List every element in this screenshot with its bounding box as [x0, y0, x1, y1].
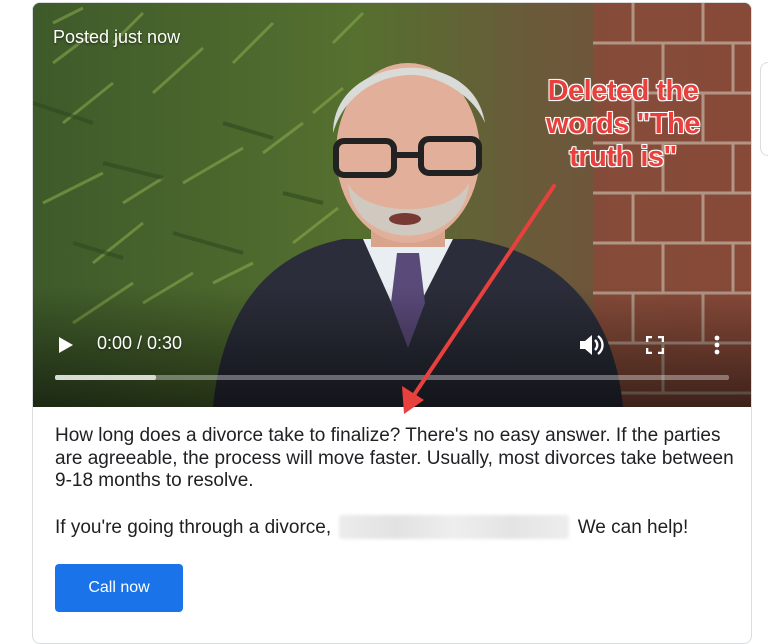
more-options-button[interactable] [707, 331, 727, 359]
fullscreen-button[interactable] [643, 333, 667, 357]
post-description: How long does a divorce take to finalize… [55, 425, 734, 491]
time-display: 0:00 / 0:30 [97, 333, 183, 353]
cta-text-before: If you're going through a divorce, [55, 517, 332, 538]
call-now-button[interactable]: Call now [55, 564, 183, 612]
seek-bar[interactable] [55, 375, 729, 380]
fullscreen-icon [646, 336, 664, 354]
play-icon [59, 337, 73, 353]
volume-button[interactable] [577, 331, 607, 359]
posted-timestamp: Posted just now [53, 27, 181, 47]
edit-annotation: Deleted the words "The truth is" [523, 74, 723, 174]
video-player[interactable]: Posted just now Deleted the words "The t… [33, 3, 751, 407]
adjacent-card-edge [760, 62, 768, 156]
annotation-line: Deleted the [547, 74, 700, 107]
play-button[interactable] [55, 333, 77, 357]
more-vert-icon [714, 335, 720, 355]
volume-icon [580, 335, 604, 355]
post-card: Posted just now Deleted the words "The t… [32, 2, 752, 644]
redacted-text [339, 515, 570, 539]
cta-text-after: We can help! [577, 517, 689, 538]
annotation-line: words "The [545, 107, 701, 140]
cta-line: If you're going through a divorce, We ca… [55, 515, 735, 540]
annotation-line: truth is" [569, 140, 678, 173]
buffered-progress [55, 375, 157, 380]
